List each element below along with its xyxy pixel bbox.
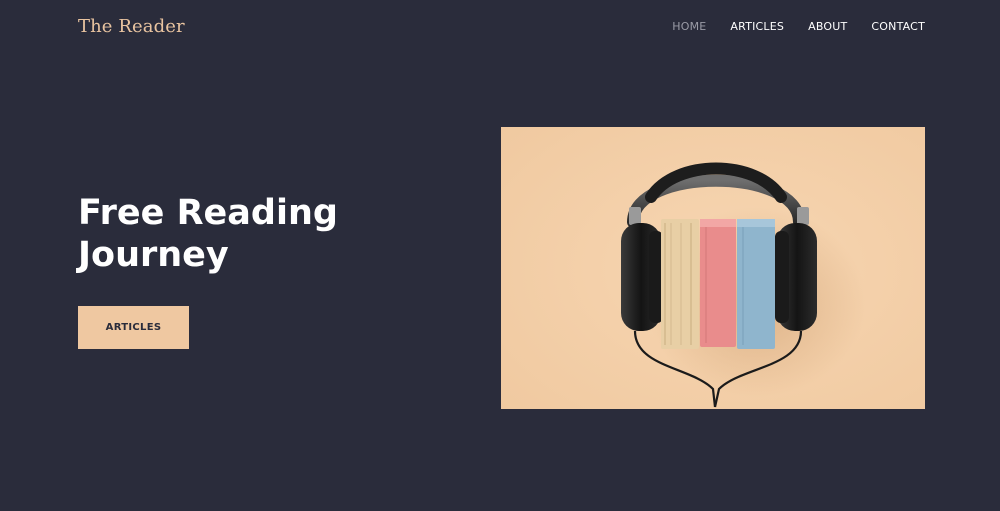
main-nav: HOME ARTICLES ABOUT CONTACT (672, 20, 925, 33)
headphones-books-illustration (501, 127, 925, 409)
hero-title: Free Reading Journey (78, 192, 378, 276)
brand-logo-link[interactable]: The Reader (78, 16, 185, 37)
nav-about-link[interactable]: ABOUT (808, 20, 847, 33)
hero-articles-button[interactable]: ARTICLES (78, 306, 189, 349)
page: The Reader HOME ARTICLES ABOUT CONTACT F… (0, 0, 1000, 511)
hero-title-line-2: Journey (78, 235, 229, 275)
hero-image (501, 127, 925, 409)
nav-home-link[interactable]: HOME (672, 20, 706, 33)
nav-contact-link[interactable]: CONTACT (871, 20, 925, 33)
nav-articles-link[interactable]: ARTICLES (730, 20, 784, 33)
hero-title-line-1: Free Reading (78, 193, 338, 233)
